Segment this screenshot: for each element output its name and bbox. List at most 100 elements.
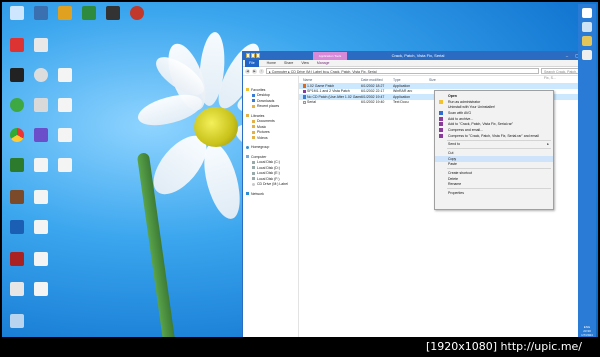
desktop-icon-app[interactable] — [6, 220, 28, 235]
desktop-icon-folder[interactable] — [30, 158, 52, 173]
tab-manage[interactable]: Manage — [317, 61, 330, 65]
nav-label: Pictures — [257, 130, 270, 135]
file-date: 6/1/2002 22:17 — [361, 89, 385, 94]
application-icon — [303, 84, 306, 88]
desktop-icon-app[interactable] — [6, 38, 28, 53]
desktop-icon-recycle-bin[interactable] — [6, 314, 28, 329]
nav-label: CD Drive (M:) Label — [257, 182, 288, 187]
cd-drive-icon — [252, 182, 255, 186]
desktop-icon-folder[interactable] — [54, 68, 76, 83]
menu-separator — [447, 188, 551, 190]
menu-item-rename[interactable]: Rename — [435, 182, 553, 188]
file-name: SP1M1.1 and 2 Vista Patch — [307, 89, 350, 94]
desktop-icon-app[interactable] — [6, 158, 28, 173]
file-name: Serial — [307, 100, 316, 105]
desktop-icon-app[interactable] — [6, 68, 28, 83]
forward-button[interactable]: ▶ — [252, 68, 257, 74]
menu-item-compress-to-crack-patch-vista-[interactable]: Compress to "Crack, Patch, Vista Fix, Se… — [435, 133, 553, 139]
desktop-icon-app[interactable] — [54, 6, 76, 21]
winrar-icon — [439, 133, 443, 138]
desktop-icon-app[interactable] — [6, 282, 28, 297]
desktop-icon-folder[interactable] — [54, 98, 76, 113]
file-date: 6/1/2002 19:47 — [361, 94, 385, 99]
menu-separator — [447, 168, 551, 170]
file-type: Text Docu — [393, 100, 409, 105]
system-tray: ENG 23:30 1/7/2024 — [578, 325, 596, 337]
desktop-icon-app[interactable] — [6, 190, 28, 205]
desktop-icon-app[interactable] — [126, 6, 148, 21]
desktop-icon-app[interactable] — [30, 38, 52, 53]
tab-home[interactable]: Home — [267, 61, 276, 65]
menu-item-label: Add to "Crack, Patch, Vista Fix, Serial.… — [448, 122, 514, 127]
desktop-icon-utorrent[interactable] — [6, 98, 28, 113]
window-title: Crack, Patch, Vista Fix, Serial — [391, 53, 445, 58]
desktop-icon-folder[interactable] — [30, 190, 52, 205]
desktop-icon-app[interactable] — [30, 98, 52, 113]
nav-label: Documents — [257, 119, 275, 124]
avg-icon — [439, 111, 443, 116]
file-type: Application — [393, 94, 411, 99]
menu-separator — [447, 139, 551, 141]
nav-label: Desktop — [257, 93, 270, 98]
desktop-icon-folder[interactable] — [30, 252, 52, 267]
back-button[interactable]: ◀ — [245, 68, 250, 74]
tab-view[interactable]: View — [301, 61, 309, 65]
file-name: 1.02 Game Patch — [307, 83, 335, 88]
app-icon[interactable] — [582, 50, 592, 60]
nav-label: Recent places — [257, 104, 280, 109]
nav-network[interactable]: Network — [243, 191, 298, 197]
desktop-icon-folder[interactable] — [30, 282, 52, 297]
address-row: ◀ ▶ ↑ ▸ Computer ▸ CD Drive (M:) Label b… — [243, 67, 593, 80]
desktop-icon-app[interactable] — [6, 252, 28, 267]
nav-recent-places[interactable]: Recent places — [243, 104, 298, 110]
folder-icon[interactable] — [582, 36, 592, 46]
drive-icon — [252, 160, 255, 164]
desktop-icon-computer[interactable] — [6, 6, 28, 21]
menu-item-send-to[interactable]: Send to ▸ — [435, 142, 553, 148]
nav-videos[interactable]: Videos — [243, 135, 298, 141]
music-icon — [252, 125, 255, 129]
menu-item-properties[interactable]: Properties — [435, 190, 553, 196]
desktop-icon-folder[interactable] — [54, 128, 76, 143]
column-name[interactable]: Name — [303, 78, 361, 82]
ie-icon[interactable] — [582, 8, 592, 18]
column-size[interactable]: Size — [429, 78, 449, 82]
menu-item-paste[interactable]: Paste — [435, 162, 553, 168]
desktop-icon — [252, 93, 255, 97]
desktop-icon-app[interactable] — [78, 6, 100, 21]
minimize-button[interactable]: – — [563, 53, 571, 58]
desktop-icon-app[interactable] — [30, 68, 52, 83]
title-bar[interactable]: Application Tools Crack, Patch, Vista Fi… — [243, 52, 593, 60]
desktop: Application Tools Crack, Patch, Vista Fi… — [0, 0, 600, 357]
homegroup-icon — [246, 145, 249, 149]
column-date[interactable]: Date modified — [361, 78, 393, 82]
desktop-icon-folder[interactable] — [54, 158, 76, 173]
menu-item-label: Scan with AVG — [448, 110, 472, 115]
desktop-icon-folder[interactable] — [30, 220, 52, 235]
file-type: Application — [393, 83, 411, 88]
desktop-icon-app[interactable] — [102, 6, 124, 21]
menu-item-label: Open — [448, 93, 457, 98]
address-bar[interactable]: ▸ Computer ▸ CD Drive (M:) Label bo ▸ Cr… — [266, 68, 539, 74]
tab-file[interactable]: File — [245, 59, 259, 67]
nav-label: Local Disk (F:) — [257, 176, 280, 181]
menu-item-label: Run as administrator — [448, 99, 481, 104]
menu-item-label: Rename — [448, 182, 462, 187]
nav-label: Local Disk (C:) — [257, 160, 280, 165]
app-icon[interactable] — [582, 22, 592, 32]
winrar-icon — [303, 89, 306, 93]
up-button[interactable]: ↑ — [259, 68, 264, 74]
desktop-icon-chrome[interactable] — [6, 128, 28, 143]
nav-homegroup[interactable]: Homegroup — [243, 145, 298, 151]
tab-share[interactable]: Share — [284, 61, 293, 65]
desktop-icon-app[interactable] — [30, 6, 52, 21]
right-sidebar: ENG 23:30 1/7/2024 — [578, 4, 596, 339]
desktop-icon-app[interactable] — [30, 128, 52, 143]
nav-cd-drive[interactable]: CD Drive (M:) Label — [243, 182, 298, 188]
column-type[interactable]: Type — [393, 78, 429, 82]
menu-item-label: Delete — [448, 176, 459, 181]
documents-icon — [252, 119, 255, 123]
file-date: 6/1/2002 19:40 — [361, 100, 385, 105]
application-icon — [303, 95, 306, 99]
nav-label: Libraries — [251, 113, 265, 118]
